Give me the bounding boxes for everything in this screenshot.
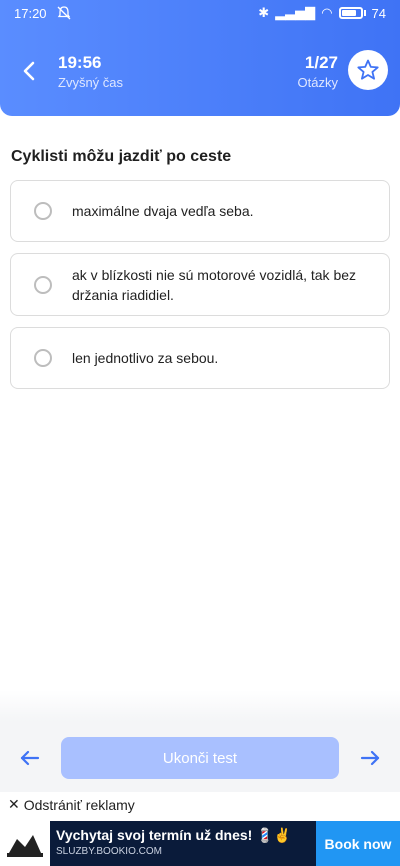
remaining-time-value: 19:56 [58, 53, 102, 72]
answer-text: ak v blízkosti nie sú motorové vozidlá, … [72, 266, 357, 303]
answer-option-3[interactable]: len jednotlivo za sebou. [10, 327, 390, 389]
question-text: Cyklisti môžu jazdiť po ceste [11, 148, 232, 165]
bookmark-star-button[interactable] [348, 50, 388, 90]
wifi-icon: ◠ [321, 5, 333, 20]
status-time: 17:20 [14, 6, 47, 21]
arrow-right-icon [360, 750, 380, 766]
radio-button[interactable] [34, 202, 52, 220]
answer-text: len jednotlivo za sebou. [72, 350, 219, 366]
advertiser-logo [0, 821, 50, 866]
answer-list: maximálne dvaja vedľa seba. ak v blízkos… [10, 180, 390, 400]
ad-book-now-button[interactable]: Book now [316, 821, 400, 866]
answer-text: maximálne dvaja vedľa seba. [72, 203, 254, 219]
ad-text: Vychytaj svoj termín už dnes! 💈✌ SLUZBY.… [50, 821, 316, 866]
star-icon [357, 59, 379, 80]
finish-test-button[interactable]: Ukonči test [61, 737, 339, 779]
arrow-left-icon [20, 750, 40, 766]
remove-ads-label: Odstrániť reklamy [23, 796, 135, 813]
previous-question-button[interactable] [10, 738, 50, 778]
ad-title: Vychytaj svoj termín už dnes! 💈✌ [56, 827, 292, 843]
battery-icon [338, 7, 363, 19]
barber-logo-icon [7, 834, 43, 857]
ad-banner[interactable]: Vychytaj svoj termín už dnes! 💈✌ SLUZBY.… [0, 821, 400, 866]
signal-icon: ▂▃▅▇ [275, 5, 316, 20]
status-icons: ✱ ▂▃▅▇ ◠ 74 [258, 5, 386, 21]
question-counter-label: Otázky [297, 75, 338, 90]
header-bar: 17:20 ✱ ▂▃▅▇ ◠ 74 19:56 Zvyšný čas 1/27 … [0, 0, 400, 116]
remove-ads-link[interactable]: ✕ Odstrániť reklamy [8, 796, 135, 813]
ad-subtitle: SLUZBY.BOOKIO.COM [56, 846, 162, 857]
answer-option-1[interactable]: maximálne dvaja vedľa seba. [10, 180, 390, 242]
next-question-button[interactable] [350, 738, 390, 778]
bluetooth-icon: ✱ [258, 5, 270, 20]
question-counter: 1/27 [304, 53, 338, 72]
close-icon: ✕ [8, 796, 20, 812]
battery-level: 74 [371, 5, 386, 21]
radio-button[interactable] [34, 349, 52, 367]
bottom-fade [0, 690, 400, 722]
mute-bell-icon [57, 6, 71, 20]
battery-tip [363, 10, 366, 16]
radio-button[interactable] [34, 275, 52, 294]
back-arrow-icon[interactable] [16, 58, 42, 84]
remaining-time-label: Zvyšný čas [58, 75, 124, 90]
answer-option-2[interactable]: ak v blízkosti nie sú motorové vozidlá, … [10, 253, 390, 316]
status-bar: 17:20 ✱ ▂▃▅▇ ◠ 74 [0, 0, 400, 28]
